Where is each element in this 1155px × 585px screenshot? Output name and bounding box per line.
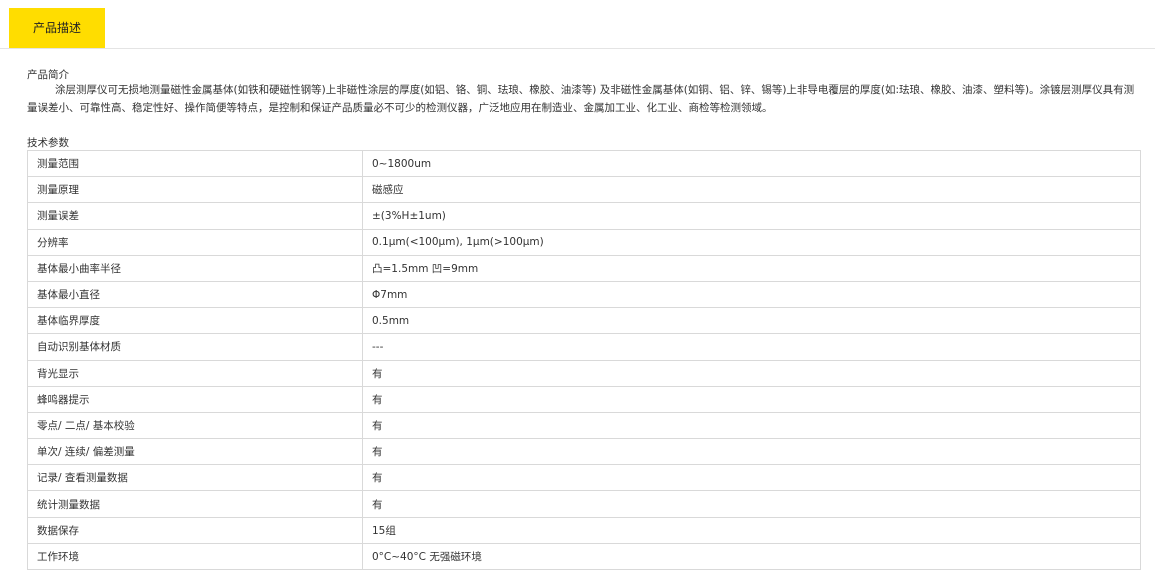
spec-value-cell: --- bbox=[362, 333, 1141, 361]
spec-value-cell: 0.5mm bbox=[362, 307, 1141, 335]
spec-value-cell: 有 bbox=[362, 411, 1141, 440]
spec-name-cell: 单次/ 连续/ 偏差测量 bbox=[27, 438, 363, 466]
specs-heading: 技术参数 bbox=[27, 137, 69, 149]
table-row: 统计测量数据有 bbox=[27, 490, 1141, 518]
spec-value-cell: 磁感应 bbox=[362, 176, 1141, 204]
table-row: 测量误差 ±(3%H±1um) bbox=[27, 202, 1141, 230]
table-row: 基体最小曲率半径 凸=1.5mm 凹=9mm bbox=[27, 254, 1141, 282]
table-row: 单次/ 连续/ 偏差测量有 bbox=[27, 438, 1141, 466]
table-row: 记录/ 查看测量数据有 bbox=[27, 464, 1141, 492]
tab-bar: 产品描述 bbox=[0, 0, 1155, 49]
spec-value-cell: 0.1μm(<100μm), 1μm(>100μm) bbox=[362, 228, 1141, 256]
spec-name-cell: 分辨率 bbox=[27, 228, 363, 256]
spec-value-cell: ±(3%H±1um) bbox=[362, 202, 1141, 230]
spec-table: 测量范围 0~1800um 测量原理 磁感应 测量误差 ±(3%H±1um) 分辨率 0.1μ… bbox=[27, 149, 1141, 571]
spec-name-cell: 基体最小直径 bbox=[27, 280, 363, 309]
spec-value-cell: Φ7mm bbox=[362, 280, 1141, 309]
spec-name-cell: 测量原理 bbox=[27, 176, 363, 204]
spec-value-cell: 0~1800um bbox=[362, 149, 1141, 178]
table-row: 分辨率 0.1μm(<100μm), 1μm(>100μm) bbox=[27, 228, 1141, 256]
spec-name-cell: 自动识别基体材质 bbox=[27, 333, 363, 361]
spec-value-cell: 0°C~40°C 无强磁环境 bbox=[362, 542, 1141, 571]
table-row: 零点/ 二点/ 基本校验有 bbox=[27, 411, 1141, 440]
table-row: 背光显示有 bbox=[27, 359, 1141, 387]
spec-value-cell: 凸=1.5mm 凹=9mm bbox=[362, 254, 1141, 282]
intro-heading: 产品简介 bbox=[27, 69, 69, 81]
spec-value-cell: 有 bbox=[362, 464, 1141, 492]
spec-name-cell: 工作环境 bbox=[27, 542, 363, 571]
table-row: 自动识别基体材质 --- bbox=[27, 333, 1141, 361]
spec-name-cell: 统计测量数据 bbox=[27, 490, 363, 518]
table-row: 测量原理 磁感应 bbox=[27, 176, 1141, 204]
table-row: 蜂鸣器提示有 bbox=[27, 385, 1141, 413]
spec-name-cell: 基体最小曲率半径 bbox=[27, 254, 363, 282]
table-row: 工作环境 0°C~40°C 无强磁环境 bbox=[27, 542, 1141, 571]
table-row: 数据保存 15组 bbox=[27, 516, 1141, 544]
tab-product-description[interactable]: 产品描述 bbox=[9, 8, 105, 48]
spec-name-cell: 测量范围 bbox=[27, 149, 363, 178]
spec-name-cell: 蜂鸣器提示 bbox=[27, 385, 363, 413]
spec-name-cell: 数据保存 bbox=[27, 516, 363, 544]
table-row: 基体最小直径 Φ7mm bbox=[27, 280, 1141, 309]
spec-value-cell: 15组 bbox=[362, 516, 1141, 544]
intro-paragraph: 涂层测厚仪可无损地测量磁性金属基体(如铁和硬磁性钢等)上非磁性涂层的厚度(如铝、… bbox=[27, 84, 1135, 114]
spec-name-cell: 基体临界厚度 bbox=[27, 307, 363, 335]
spec-name-cell: 背光显示 bbox=[27, 359, 363, 387]
spec-value-cell: 有 bbox=[362, 490, 1141, 518]
spec-name-cell: 记录/ 查看测量数据 bbox=[27, 464, 363, 492]
table-row: 测量范围 0~1800um bbox=[27, 149, 1141, 178]
spec-value-cell: 有 bbox=[362, 385, 1141, 413]
spec-name-cell: 零点/ 二点/ 基本校验 bbox=[27, 411, 363, 440]
table-row: 基体临界厚度 0.5mm bbox=[27, 307, 1141, 335]
spec-value-cell: 有 bbox=[362, 359, 1141, 387]
spec-value-cell: 有 bbox=[362, 438, 1141, 466]
spec-name-cell: 测量误差 bbox=[27, 202, 363, 230]
